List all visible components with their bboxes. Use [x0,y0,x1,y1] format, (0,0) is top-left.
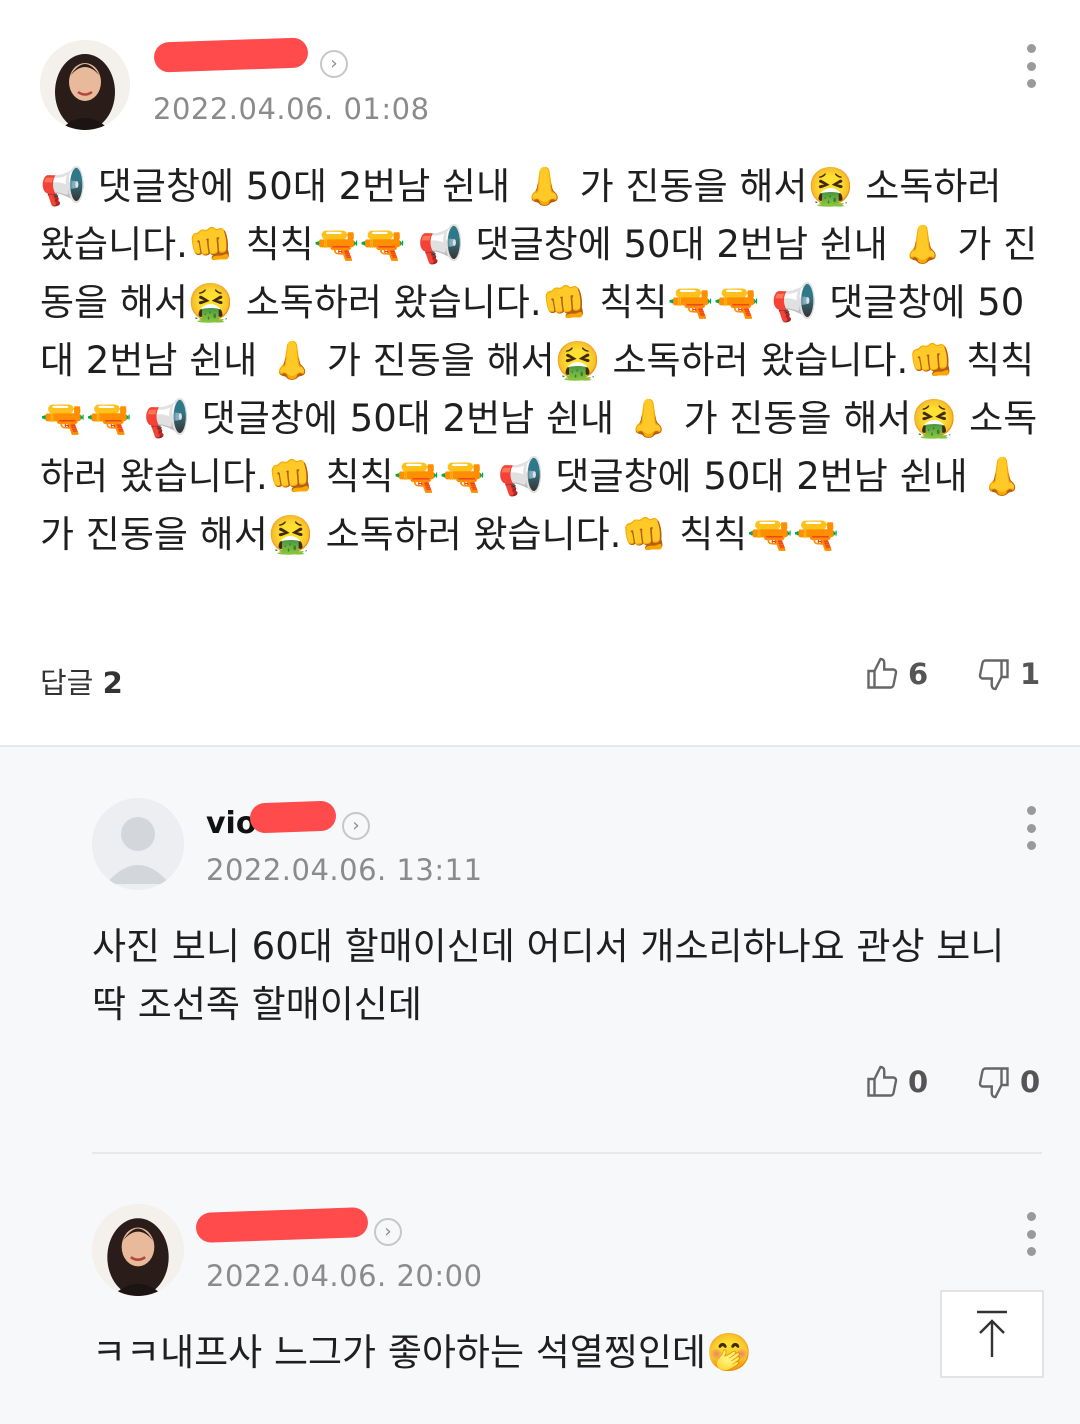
redacted-username [249,800,337,834]
like-count: 0 [908,1065,929,1099]
dislike-button[interactable]: 0 [976,1064,1040,1100]
thumbs-up-icon [867,657,898,689]
section-divider [0,745,1080,747]
thumbs-down-icon [978,659,1009,691]
redacted-username [195,1207,369,1243]
reply-count: 2 [102,666,123,700]
comment-text: 사진 보니 60대 할매이신데 어디서 개소리하나요 관상 보니 딱 조선족 할… [92,925,1005,1026]
thumbs-down-icon [978,1067,1009,1099]
comment-date: 2022.04.06. 13:11 [206,853,483,887]
chevron-right-icon[interactable]: › [374,1218,402,1246]
more-vertical-icon[interactable] [1025,44,1037,88]
comment-1: › 2022.04.06. 01:08 📢 댓글창에 50대 2번남 쉰내 👃 … [0,0,1080,746]
like-button[interactable]: 0 [864,1064,928,1100]
comment-text: 📢 댓글창에 50대 2번남 쉰내 👃 가 진동을 해서🤮 소독하러 왔습니다.… [40,165,1038,556]
more-vertical-icon[interactable] [1025,806,1037,850]
like-button[interactable]: 6 [864,656,928,692]
username[interactable]: vio [206,806,256,841]
dislike-button[interactable]: 1 [976,656,1040,692]
arrow-up-icon [977,1310,1007,1357]
comment-text: ㅋㅋ내프사 느그가 좋아하는 석열찡인데🤭 [92,1331,753,1374]
avatar[interactable] [40,40,130,130]
redacted-username [153,37,309,73]
more-vertical-icon[interactable] [1025,1212,1037,1256]
comment-date: 2022.04.06. 20:00 [206,1259,483,1293]
avatar[interactable] [92,1204,184,1296]
reply-divider [92,1152,1042,1154]
reply-label: 답글 [40,666,94,700]
chevron-right-icon[interactable]: › [342,812,370,840]
thumbs-up-icon [867,1065,898,1097]
dislike-count: 0 [1020,1065,1041,1099]
chevron-right-icon[interactable]: › [320,50,348,78]
avatar[interactable] [92,798,184,890]
dislike-count: 1 [1020,657,1041,691]
comment-date: 2022.04.06. 01:08 [153,92,430,126]
scroll-top-button[interactable] [940,1290,1044,1378]
like-count: 6 [908,657,929,691]
reply-button[interactable]: 답글 2 [40,660,123,702]
